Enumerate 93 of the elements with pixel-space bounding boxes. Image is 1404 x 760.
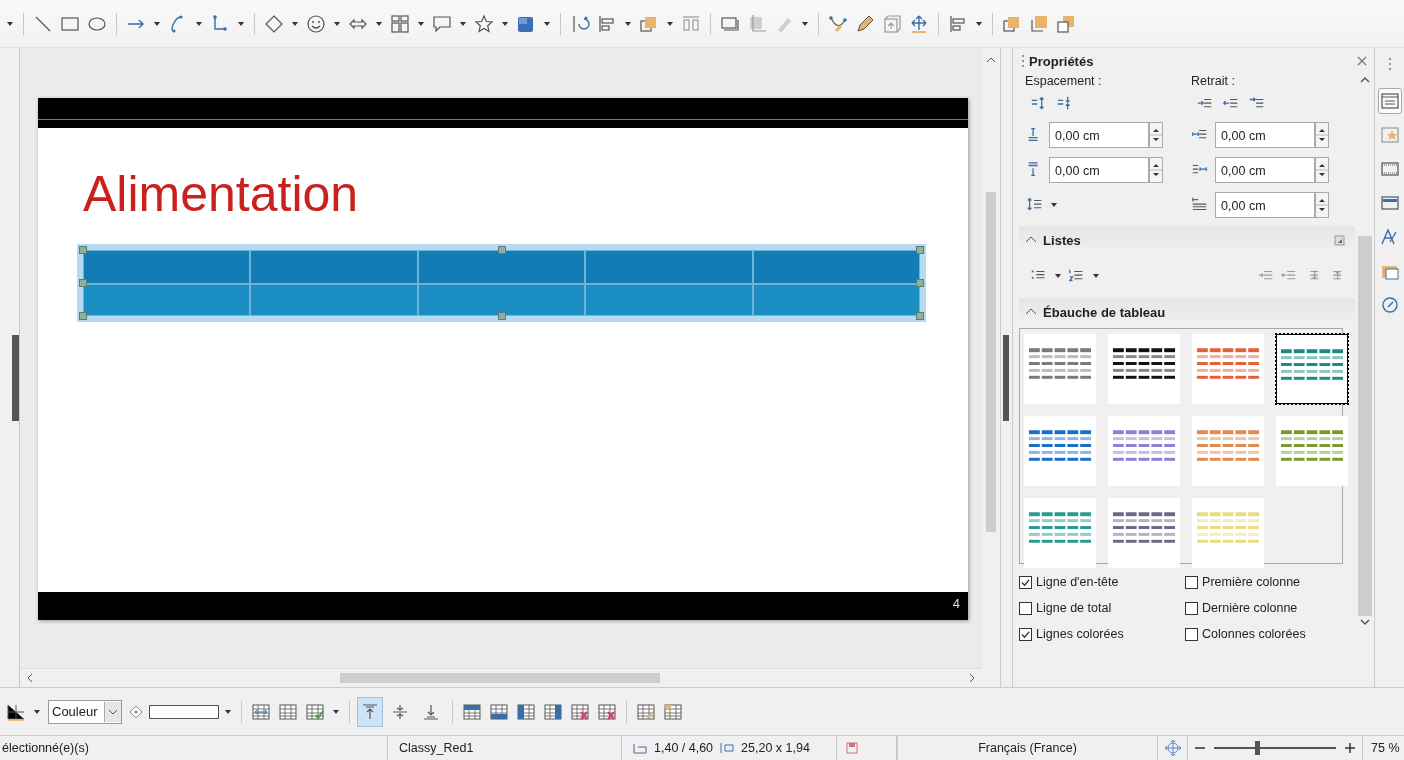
checkbox[interactable] [1185,601,1199,615]
dropdown-arrow-icon[interactable] [1050,201,1059,209]
section-label: Retrait : [1191,74,1236,88]
dropdown-arrow-icon[interactable] [666,19,674,28]
spin-buttons-icon[interactable] [1149,157,1164,183]
section-title: Listes [1043,232,1081,248]
checkbox[interactable] [1185,575,1199,589]
dropdown-arrow-icon[interactable] [223,707,232,716]
dropdown-arrow-icon[interactable] [975,19,983,28]
spin-buttons-icon[interactable] [1149,122,1164,148]
fill-style-dropdown[interactable]: Couleur [48,699,122,724]
spin-field[interactable]: 0,00 cm [1049,122,1150,148]
checkbox[interactable] [1019,575,1033,589]
table-design[interactable] [1108,334,1181,404]
sidebar-handle[interactable] [1003,334,1010,421]
dropdown-arrow-icon[interactable] [291,19,299,28]
zoom-percent: 75 % [1370,740,1400,757]
dropdown-arrow-icon[interactable] [375,19,383,28]
checkbox-option[interactable]: Lignes colorées [1019,624,1186,644]
selection-handle[interactable] [79,312,87,320]
dropdown-arrow-icon[interactable] [801,19,809,28]
option-label: Lignes colorées [1036,627,1124,641]
selection-status: électionné(e)(s) [0,736,388,760]
spin-field[interactable]: 0,00 cm [1215,157,1316,183]
table-design[interactable] [1276,334,1349,404]
selection-handle[interactable] [79,246,87,254]
spin-field[interactable]: 0,00 cm [1215,122,1316,148]
dropdown-arrow-icon[interactable] [6,19,14,28]
selection-handle[interactable] [79,279,87,287]
option-label: Ligne d'en-tête [1036,575,1119,589]
dropdown-arrow-icon[interactable] [331,707,340,716]
align-top-icon[interactable] [356,696,383,727]
option-label: Ligne de total [1036,601,1112,615]
option-label: Dernière colonne [1202,601,1298,615]
checkbox[interactable] [1019,601,1033,615]
grip-icon[interactable] [1021,53,1026,69]
checkbox-option[interactable]: Ligne d'en-tête [1019,572,1186,592]
selection-handle[interactable] [497,246,506,254]
properties-icon[interactable] [1377,88,1402,114]
grip-icon[interactable] [1387,56,1392,72]
selection-handle[interactable] [916,246,924,254]
checkbox-option[interactable]: Première colonne [1185,572,1352,592]
dropdown-arrow-icon[interactable] [459,19,467,28]
dropdown-arrow-icon[interactable] [624,19,632,28]
dropdown-button[interactable] [103,701,121,722]
scrollbar-thumb[interactable] [986,192,997,532]
section-label: Espacement : [1025,74,1103,88]
dropdown-arrow-icon[interactable] [543,19,551,28]
spin-field[interactable]: 0,00 cm [1049,157,1150,183]
more-options-icon[interactable] [1334,234,1346,246]
selection-handle[interactable] [497,312,506,320]
zoom-in-icon[interactable] [1344,742,1356,754]
option-label: Première colonne [1202,575,1301,589]
dropdown-arrow-icon[interactable] [501,19,509,28]
panel-title: Propriétés [1029,53,1095,69]
slide-title: Alimentation [83,165,360,224]
checkbox-option[interactable]: Dernière colonne [1185,598,1352,618]
scroll-down-icon[interactable] [1359,616,1372,628]
dropdown-arrow-icon[interactable] [1092,272,1101,280]
checkbox[interactable] [1185,627,1199,641]
layout-name: Classy_Red1 [388,736,622,760]
dropdown-arrow-icon[interactable] [417,19,425,28]
color-field[interactable] [148,704,219,719]
dropdown-arrow-icon[interactable] [333,19,341,28]
page-number: 4 [952,595,961,611]
scrollbar-thumb[interactable] [1358,236,1373,616]
option-label: Colonnes colorées [1202,627,1306,641]
size-icon [719,741,736,755]
checkbox-option[interactable]: Colonnes colorées [1185,624,1352,644]
move-icon [1163,739,1182,757]
spin-buttons-icon[interactable] [1315,157,1330,183]
dropdown-arrow-icon[interactable] [195,19,203,28]
slider-thumb[interactable] [1254,741,1260,755]
spin-field[interactable]: 0,00 cm [1215,192,1316,218]
position-value: 1,40 / 4,60 [654,741,714,755]
dropdown-arrow-icon[interactable] [1054,272,1063,280]
close-icon[interactable] [1356,55,1369,67]
dropdown-arrow-icon[interactable] [153,19,161,28]
dropdown-arrow-icon[interactable] [33,707,41,716]
checkbox-option[interactable]: Ligne de total [1019,598,1186,618]
position-icon [632,741,648,755]
spin-buttons-icon[interactable] [1315,192,1330,218]
selection-handle[interactable] [916,279,924,287]
checkbox[interactable] [1019,627,1033,641]
spin-buttons-icon[interactable] [1315,122,1330,148]
dropdown-arrow-icon[interactable] [237,19,245,28]
language-status: Français (France) [898,736,1158,760]
save-status-icon [845,741,859,755]
section-title: Ébauche de tableau [1043,304,1166,320]
selection-handle[interactable] [916,312,924,320]
scrollbar-thumb[interactable] [340,673,660,683]
size-value: 25,20 x 1,94 [741,741,810,755]
panel-handle[interactable] [12,334,19,421]
